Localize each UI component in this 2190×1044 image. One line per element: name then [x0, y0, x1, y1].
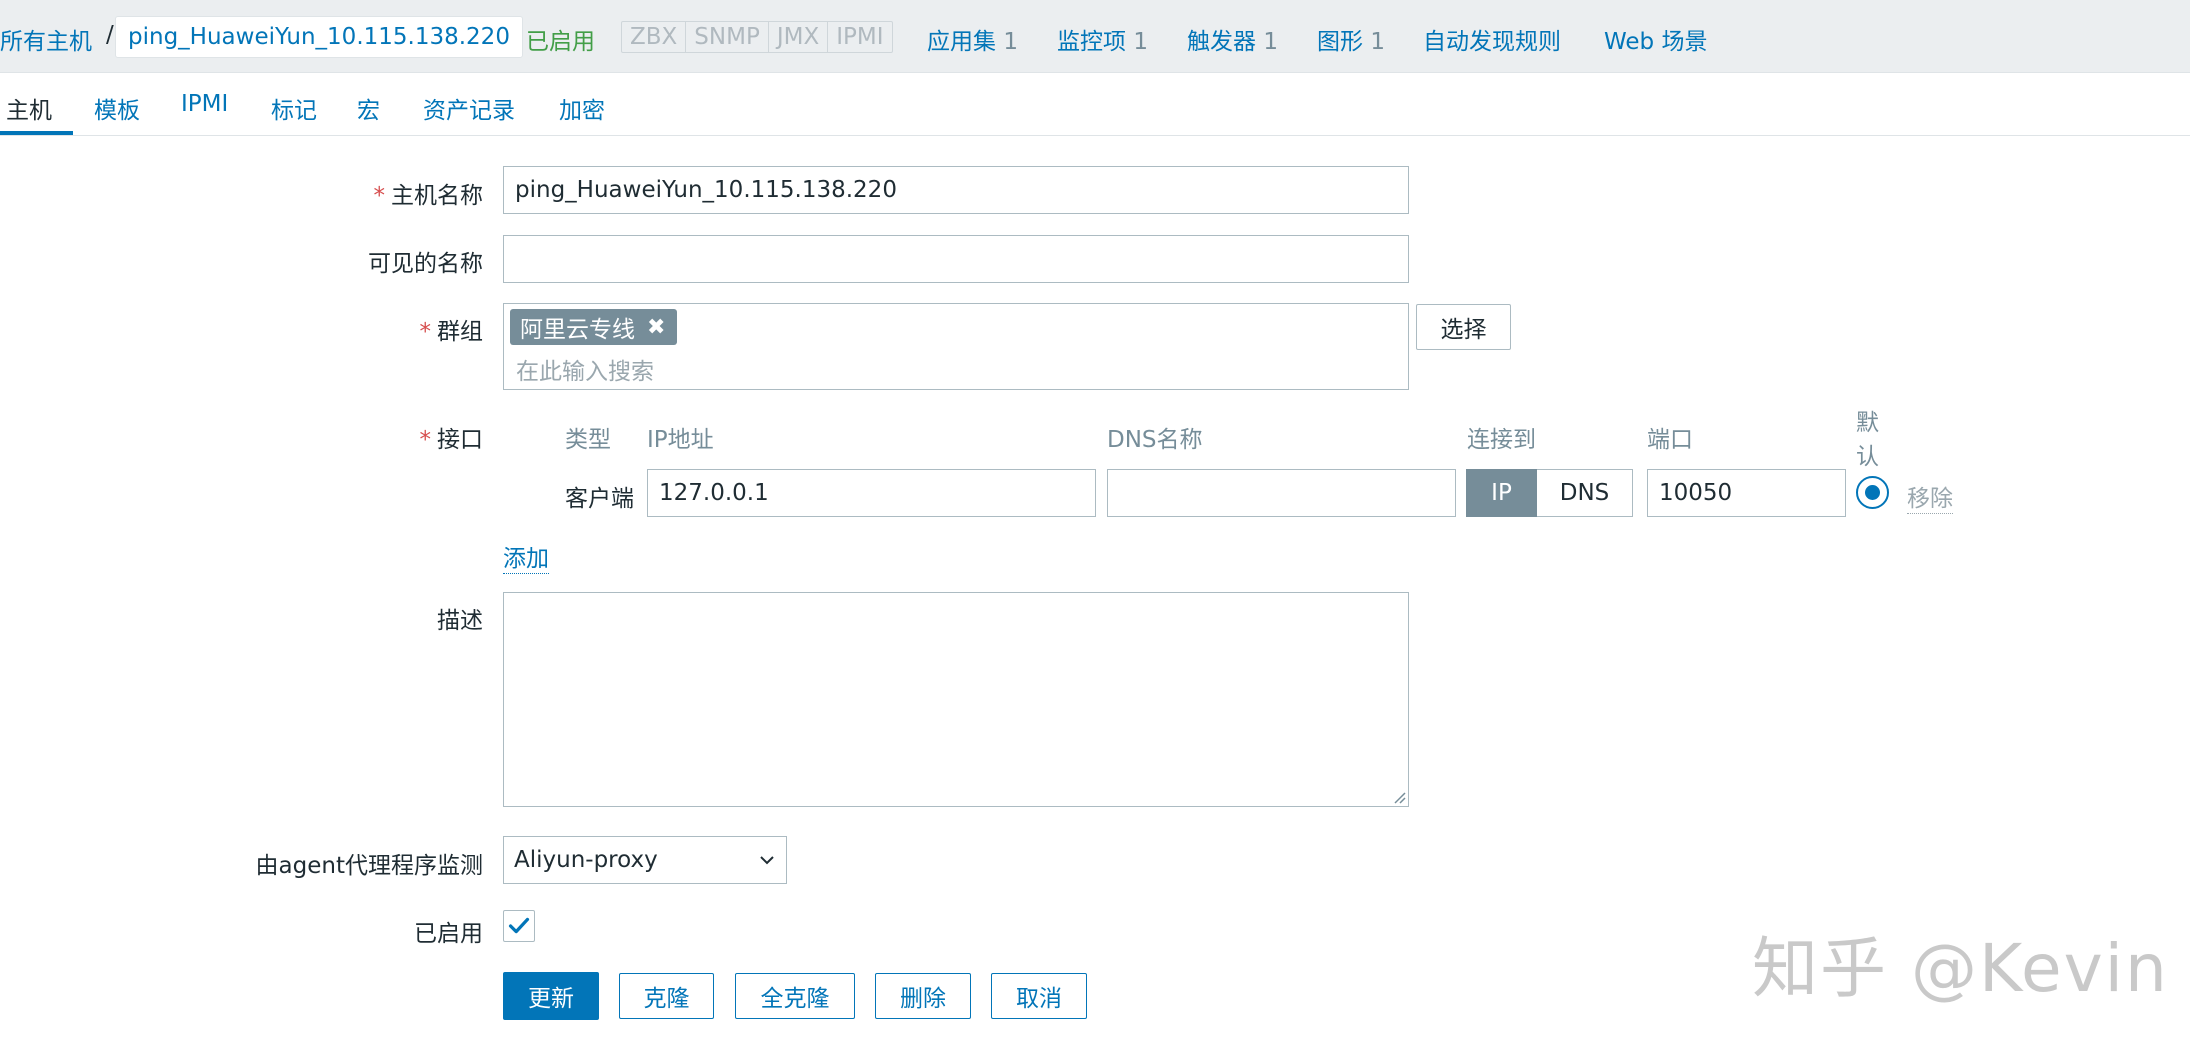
host-name-input[interactable]: ping_HuaweiYun_10.115.138.220 — [503, 166, 1409, 214]
tab-host[interactable]: 主机 — [6, 91, 52, 125]
groups-multiselect[interactable]: 阿里云专线 ✖ 在此输入搜索 — [503, 303, 1409, 390]
breadcrumb-current-host[interactable]: ping_HuaweiYun_10.115.138.220 — [115, 16, 523, 58]
tab-encryption[interactable]: 加密 — [559, 91, 605, 125]
applications-link[interactable]: 应用集 1 — [927, 22, 1018, 56]
interface-column-default-1: 默 — [1856, 410, 1879, 436]
enabled-label: 已启用 — [414, 921, 483, 947]
interface-column-port: 端口 — [1647, 427, 1693, 453]
delete-button[interactable]: 删除 — [875, 973, 971, 1019]
default-interface-radio[interactable] — [1856, 476, 1889, 509]
interface-column-ip: IP地址 — [647, 427, 714, 453]
availability-indicators: ZBX SNMP JMX IPMI — [621, 21, 893, 53]
checkmark-icon — [508, 917, 530, 934]
select-groups-button[interactable]: 选择 — [1416, 304, 1511, 350]
remove-interface-link[interactable]: 移除 — [1907, 479, 1953, 514]
interface-type: 客户端 — [565, 486, 634, 512]
graphs-count: 1 — [1370, 29, 1385, 55]
clone-button[interactable]: 克隆 — [619, 973, 714, 1019]
connect-to-ip-button[interactable]: IP — [1466, 469, 1537, 517]
graphs-link-label: 图形 — [1317, 29, 1363, 55]
availability-ipmi: IPMI — [827, 22, 891, 52]
tab-macros[interactable]: 宏 — [357, 91, 380, 125]
chevron-down-icon — [760, 856, 774, 865]
interface-column-default-2: 认 — [1856, 444, 1879, 470]
required-mark: * — [419, 319, 432, 345]
group-search-input[interactable]: 在此输入搜索 — [516, 352, 654, 386]
availability-jmx: JMX — [767, 22, 827, 52]
items-count: 1 — [1133, 29, 1148, 55]
graphs-link[interactable]: 图形 1 — [1317, 22, 1385, 56]
applications-link-label: 应用集 — [927, 29, 996, 55]
proxy-select-value: Aliyun-proxy — [514, 847, 658, 873]
add-interface-link[interactable]: 添加 — [503, 539, 549, 574]
description-label: 描述 — [437, 608, 483, 634]
host-header-bar: 所有主机 / ping_HuaweiYun_10.115.138.220 已启用… — [0, 0, 2190, 73]
items-link[interactable]: 监控项 1 — [1057, 22, 1148, 56]
availability-snmp: SNMP — [685, 22, 768, 52]
triggers-count: 1 — [1263, 29, 1278, 55]
applications-count: 1 — [1003, 29, 1018, 55]
tab-ipmi[interactable]: IPMI — [181, 91, 228, 117]
triggers-link-label: 触发器 — [1187, 29, 1256, 55]
watermark: 知乎 @Kevin — [1752, 930, 2169, 1007]
groups-label-text: 群组 — [437, 319, 483, 345]
triggers-link[interactable]: 触发器 1 — [1187, 22, 1278, 56]
interface-port-input[interactable]: 10050 — [1647, 469, 1846, 517]
host-tabs: 主机 模板 IPMI 标记 宏 资产记录 加密 — [0, 73, 2190, 136]
visible-name-input[interactable] — [503, 235, 1409, 283]
breadcrumb-current-host-label: ping_HuaweiYun_10.115.138.220 — [128, 24, 510, 50]
resize-grip-icon[interactable] — [1392, 790, 1406, 804]
breadcrumb-separator: / — [106, 22, 114, 48]
interface-column-connect-to: 连接到 — [1467, 427, 1536, 453]
required-mark: * — [373, 183, 386, 209]
update-button[interactable]: 更新 — [503, 972, 599, 1020]
interfaces-label-text: 接口 — [437, 427, 483, 453]
availability-zbx: ZBX — [630, 24, 678, 50]
status-enabled-link[interactable]: 已启用 — [526, 22, 595, 56]
connect-to-toggle: IP DNS — [1466, 469, 1633, 517]
active-tab-indicator — [0, 131, 73, 135]
full-clone-button[interactable]: 全克隆 — [735, 973, 855, 1019]
interface-column-type: 类型 — [565, 427, 611, 453]
description-textarea[interactable] — [503, 592, 1409, 807]
discovery-rules-link[interactable]: 自动发现规则 — [1423, 22, 1561, 56]
interface-column-dns: DNS名称 — [1107, 427, 1203, 453]
host-name-label-text: 主机名称 — [391, 183, 483, 209]
interface-ip-input[interactable]: 127.0.0.1 — [647, 469, 1096, 517]
proxy-label: 由agent代理程序监测 — [255, 853, 483, 879]
items-link-label: 监控项 — [1057, 29, 1126, 55]
enabled-checkbox[interactable] — [503, 910, 535, 942]
breadcrumb-all-hosts[interactable]: 所有主机 — [0, 22, 92, 56]
cancel-button[interactable]: 取消 — [991, 973, 1087, 1019]
group-chip-label: 阿里云专线 — [520, 317, 635, 343]
proxy-select[interactable]: Aliyun-proxy — [503, 836, 787, 884]
interfaces-label: * 接口 — [420, 420, 484, 454]
tab-tags[interactable]: 标记 — [271, 91, 317, 125]
required-mark: * — [419, 427, 432, 453]
web-scenarios-link[interactable]: Web 场景 — [1604, 22, 1707, 56]
connect-to-dns-button[interactable]: DNS — [1537, 469, 1633, 517]
tab-templates[interactable]: 模板 — [94, 91, 140, 125]
close-icon[interactable]: ✖ — [647, 315, 665, 340]
host-name-label: * 主机名称 — [374, 176, 484, 210]
interface-dns-input[interactable] — [1107, 469, 1456, 517]
groups-label: * 群组 — [420, 312, 484, 346]
group-chip: 阿里云专线 ✖ — [510, 309, 678, 345]
visible-name-label: 可见的名称 — [368, 251, 483, 277]
tab-inventory[interactable]: 资产记录 — [423, 91, 515, 125]
